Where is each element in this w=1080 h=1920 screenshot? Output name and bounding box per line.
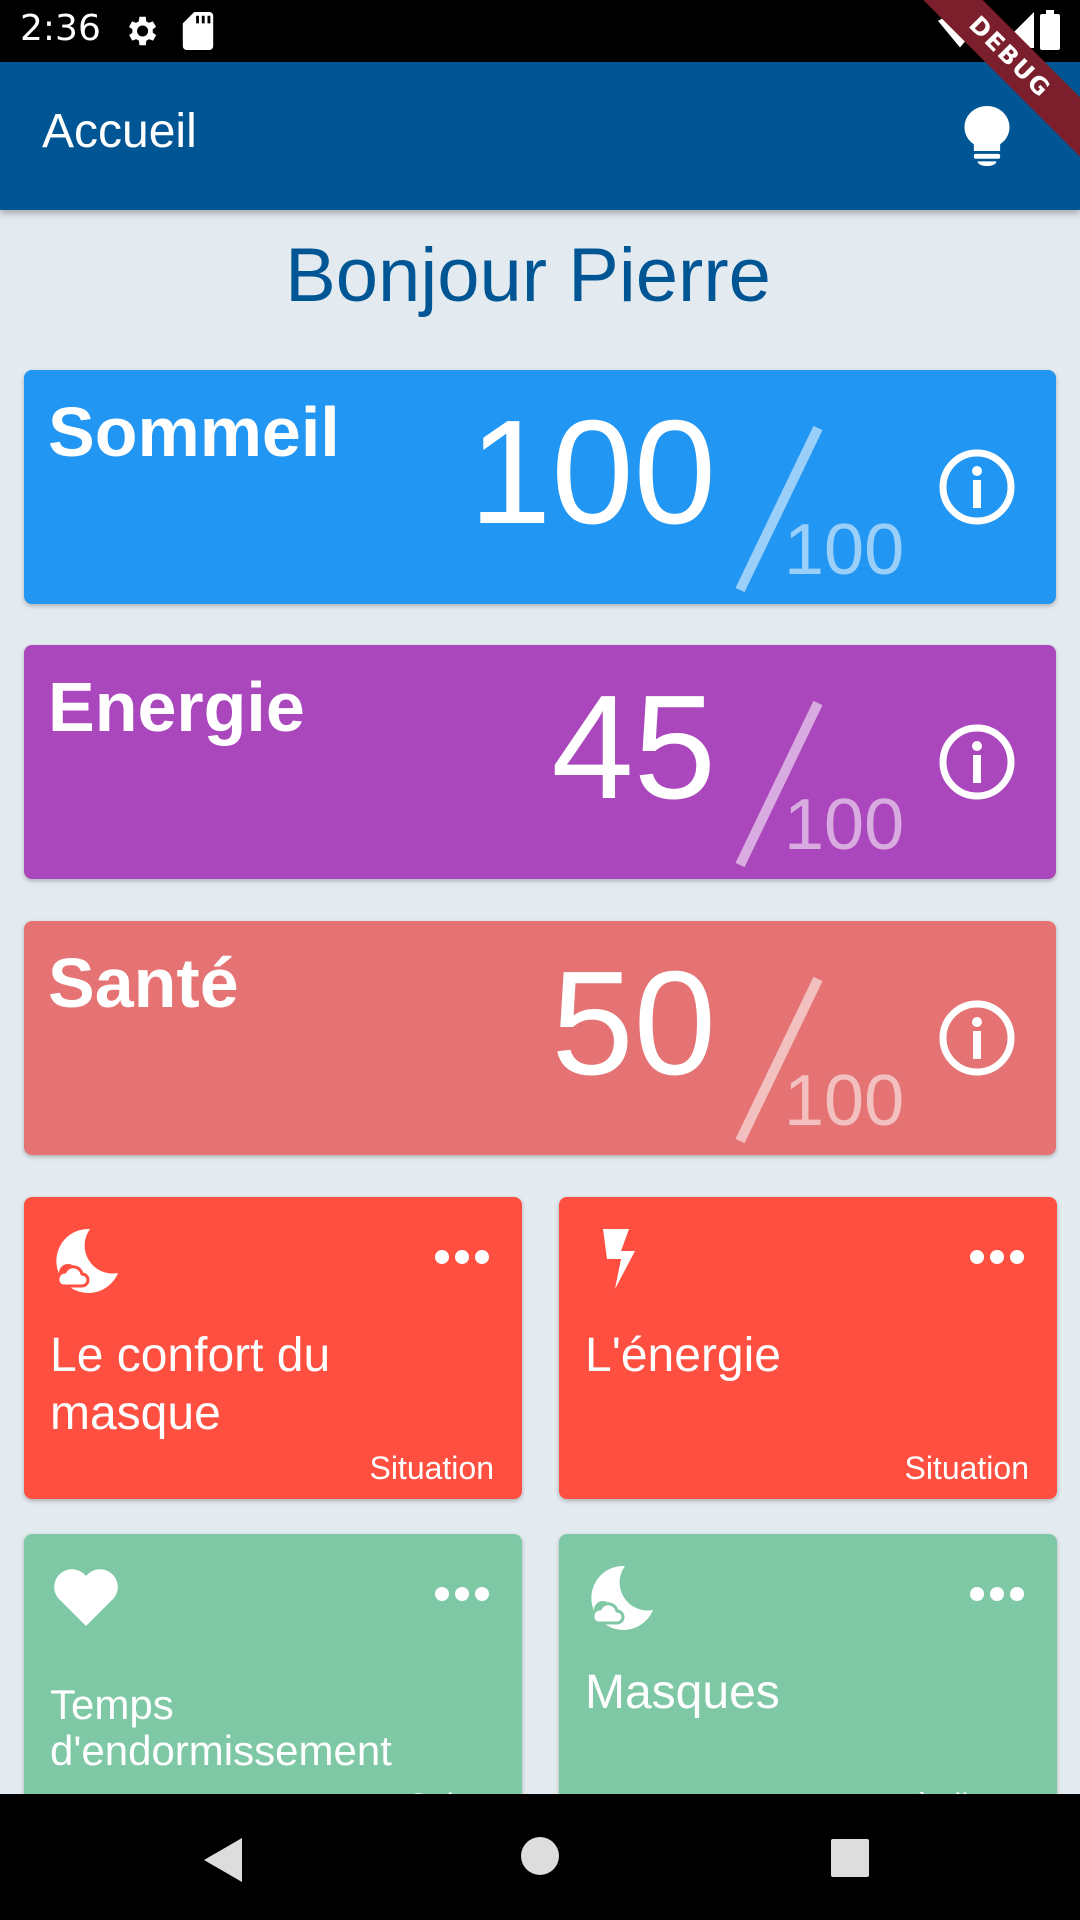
- settings-icon: [122, 12, 160, 54]
- tile-tag: Situation: [904, 1450, 1029, 1486]
- status-time: 2:36: [20, 8, 101, 49]
- score-value: 100: [469, 390, 716, 555]
- tile-confort-masque[interactable]: Le confort du masque Situation: [24, 1197, 522, 1499]
- lightbulb-icon[interactable]: [964, 106, 1010, 171]
- score-total: 100: [784, 510, 905, 590]
- info-icon[interactable]: [938, 999, 1016, 1082]
- back-icon[interactable]: [202, 1836, 246, 1889]
- score-total: 100: [784, 1061, 905, 1141]
- battery-icon: [1040, 10, 1060, 54]
- page-title: Accueil: [42, 105, 197, 158]
- score-total: 100: [784, 785, 905, 865]
- score-card-sante[interactable]: Santé 50 100: [24, 921, 1056, 1155]
- lightning-icon: [585, 1223, 657, 1300]
- recents-icon[interactable]: [830, 1838, 870, 1883]
- info-icon[interactable]: [938, 723, 1016, 806]
- info-icon[interactable]: [938, 448, 1016, 531]
- moon-icon: [585, 1560, 657, 1637]
- system-nav-bar: [0, 1794, 1080, 1920]
- moon-icon: [50, 1223, 122, 1300]
- score-value: 45: [551, 665, 716, 830]
- tile-tag: Situation: [369, 1450, 494, 1486]
- tile-temps-endormissement[interactable]: Temps d'endormissement Suiv...: [24, 1534, 522, 1836]
- tile-energie[interactable]: L'énergie Situation: [559, 1197, 1057, 1499]
- tile-title: Temps d'endormissement: [50, 1681, 392, 1774]
- tile-masques[interactable]: Masques ...à-disp...: [559, 1534, 1057, 1836]
- heart-icon: [50, 1560, 122, 1637]
- score-label: Energie: [48, 668, 305, 746]
- app-bar: Accueil: [0, 62, 1080, 210]
- score-card-sommeil[interactable]: Sommeil 100 100: [24, 370, 1056, 604]
- greeting-text: Bonjour Pierre: [285, 233, 771, 318]
- tile-title: Le confort du masque: [50, 1329, 331, 1440]
- score-label: Sommeil: [48, 393, 340, 471]
- tile-title: L'énergie: [585, 1329, 781, 1382]
- tile-title: Masques: [585, 1666, 780, 1719]
- more-options-icon[interactable]: [969, 1586, 1025, 1607]
- more-options-icon[interactable]: [434, 1249, 490, 1270]
- home-icon[interactable]: [520, 1836, 560, 1881]
- sd-card-icon: [182, 12, 214, 54]
- status-bar: 2:36: [0, 0, 1080, 62]
- score-card-energie[interactable]: Energie 45 100: [24, 645, 1056, 879]
- more-options-icon[interactable]: [434, 1586, 490, 1607]
- score-label: Santé: [48, 944, 239, 1022]
- more-options-icon[interactable]: [969, 1249, 1025, 1270]
- score-value: 50: [551, 941, 716, 1106]
